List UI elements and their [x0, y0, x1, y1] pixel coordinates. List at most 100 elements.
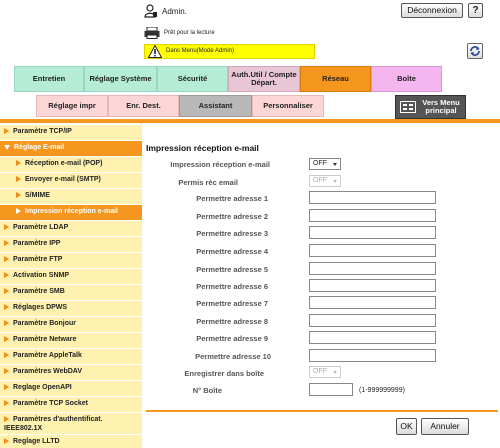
- email-print-select[interactable]: OFF: [309, 158, 341, 170]
- chevron-right-icon: [4, 400, 9, 407]
- chevron-right-icon: [4, 288, 9, 295]
- tab-wizard[interactable]: Assistant: [179, 95, 252, 117]
- admin-user-icon: [144, 4, 157, 18]
- ok-button[interactable]: OK: [396, 418, 417, 435]
- footer-divider: [146, 410, 498, 412]
- main-menu-icon: [400, 101, 416, 113]
- sidebar-item-ldap[interactable]: Paramètre LDAP: [0, 220, 142, 236]
- chevron-right-icon: [4, 304, 9, 311]
- save-in-box-select[interactable]: OFF: [309, 366, 341, 378]
- main-menu-button[interactable]: Vers Menu principal: [395, 95, 466, 119]
- sidebar-item-tcpip[interactable]: Paramètre TCP/IP: [0, 124, 142, 140]
- permit-address-4-input[interactable]: [309, 244, 436, 257]
- permit-address-2-input[interactable]: [309, 209, 436, 222]
- permit-address-8-input[interactable]: [309, 314, 436, 327]
- refresh-button[interactable]: [467, 43, 483, 59]
- chevron-down-icon: [4, 144, 10, 150]
- admin-mode-text: Dans Menu(Mode Admin): [166, 48, 235, 54]
- sidebar-item-snmp[interactable]: Activation SNMP: [0, 268, 142, 284]
- box-number-range: (1-999999999): [359, 387, 405, 394]
- permit-address-5-label: Permettre adresse 5: [196, 265, 268, 274]
- permit-address-5-input[interactable]: [309, 262, 436, 275]
- tab-network[interactable]: Réseau: [300, 66, 371, 92]
- sidebar: Paramètre TCP/IP Réglage E-mail Réceptio…: [0, 123, 142, 448]
- chevron-right-icon: [4, 336, 9, 343]
- save-in-box-label: Enregistrer dans boîte: [184, 369, 264, 378]
- permit-address-1-input[interactable]: [309, 191, 436, 204]
- permit-address-9-input[interactable]: [309, 331, 436, 344]
- chevron-right-icon: [16, 208, 21, 215]
- box-number-input[interactable]: [309, 383, 353, 396]
- sidebar-item-ipp[interactable]: Paramètre IPP: [0, 236, 142, 252]
- permit-address-10-label: Permettre adresse 10: [195, 352, 271, 361]
- help-button[interactable]: ?: [468, 3, 483, 18]
- sidebar-item-tcp-socket[interactable]: Paramètre TCP Socket: [0, 396, 142, 412]
- tab-user-auth[interactable]: Auth.Util / Compte Départ.: [228, 66, 300, 92]
- chevron-right-icon: [4, 368, 9, 375]
- sidebar-item-bonjour[interactable]: Paramètre Bonjour: [0, 316, 142, 332]
- permit-address-3-input[interactable]: [309, 226, 436, 239]
- email-print-label: Impression réception e-mail: [170, 160, 270, 169]
- sidebar-item-lltd[interactable]: Reglage LLTD: [0, 434, 142, 448]
- chevron-down-icon: [333, 180, 337, 183]
- permit-email-value: OFF: [313, 177, 327, 184]
- tab-maintenance[interactable]: Entretien: [14, 66, 84, 92]
- chevron-right-icon: [4, 128, 9, 135]
- chevron-right-icon: [4, 384, 9, 391]
- sidebar-item-smb[interactable]: Paramètre SMB: [0, 284, 142, 300]
- chevron-right-icon: [4, 438, 9, 445]
- save-in-box-value: OFF: [313, 368, 327, 375]
- permit-address-8-label: Permettre adresse 8: [196, 317, 268, 326]
- tab-system-settings[interactable]: Réglage Système: [84, 66, 157, 92]
- box-number-label: N° Boîte: [192, 386, 222, 395]
- refresh-icon: [470, 46, 480, 56]
- page-title: Impression réception e-mail: [146, 143, 259, 153]
- chevron-right-icon: [4, 352, 9, 359]
- tab-box[interactable]: Boîte: [371, 66, 442, 92]
- tab-customize[interactable]: Personnaliser: [252, 95, 324, 117]
- permit-address-6-label: Permettre adresse 6: [196, 282, 268, 291]
- sidebar-item-smime[interactable]: S/MIME: [0, 188, 142, 204]
- permit-address-9-label: Permettre adresse 9: [196, 334, 268, 343]
- permit-address-3-label: Permettre adresse 3: [196, 229, 268, 238]
- permit-address-1-label: Permettre adresse 1: [196, 194, 268, 203]
- sidebar-item-email-print[interactable]: Impression réception e-mail: [0, 204, 142, 220]
- permit-address-6-input[interactable]: [309, 279, 436, 292]
- printer-icon: [144, 27, 160, 39]
- permit-address-7-input[interactable]: [309, 296, 436, 309]
- warning-icon: [148, 45, 162, 58]
- sidebar-item-netware[interactable]: Paramètre Netware: [0, 332, 142, 348]
- chevron-right-icon: [4, 256, 9, 263]
- sidebar-item-webdav[interactable]: Paramètres WebDAV: [0, 364, 142, 380]
- sidebar-item-ftp[interactable]: Paramètre FTP: [0, 252, 142, 268]
- sidebar-item-ieee8021x[interactable]: Paramètres d'authentificat. IEEE802.1X: [0, 412, 142, 434]
- chevron-down-icon: [333, 371, 337, 374]
- logout-button[interactable]: Déconnexion: [401, 3, 463, 18]
- chevron-right-icon: [4, 272, 9, 279]
- sidebar-item-pop[interactable]: Réception e-mail (POP): [0, 156, 142, 172]
- chevron-right-icon: [16, 176, 21, 183]
- cancel-button[interactable]: Annuler: [421, 418, 469, 435]
- chevron-down-icon: [333, 163, 337, 166]
- chevron-right-icon: [4, 320, 9, 327]
- sidebar-item-smtp[interactable]: Envoyer e-mail (SMTP): [0, 172, 142, 188]
- main-menu-label: Vers Menu principal: [422, 98, 460, 116]
- tab-store-address[interactable]: Enr. Dest.: [108, 95, 179, 117]
- tab-security[interactable]: Sécurité: [157, 66, 228, 92]
- chevron-right-icon: [16, 160, 21, 167]
- sidebar-item-appletalk[interactable]: Paramètre AppleTalk: [0, 348, 142, 364]
- permit-address-2-label: Permettre adresse 2: [196, 212, 268, 221]
- sidebar-item-dpws[interactable]: Réglages DPWS: [0, 300, 142, 316]
- chevron-right-icon: [4, 224, 9, 231]
- permit-email-label: Permis rèc email: [178, 178, 238, 187]
- chevron-right-icon: [4, 240, 9, 247]
- sidebar-item-email-settings[interactable]: Réglage E-mail: [0, 140, 142, 156]
- permit-email-select[interactable]: OFF: [309, 175, 341, 187]
- sidebar-item-openapi[interactable]: Reglage OpenAPI: [0, 380, 142, 396]
- permit-address-4-label: Permettre adresse 4: [196, 247, 268, 256]
- tab-print-settings[interactable]: Réglage impr: [36, 95, 108, 117]
- permit-address-7-label: Permettre adresse 7: [196, 299, 268, 308]
- permit-address-10-input[interactable]: [309, 349, 436, 362]
- admin-label: Admin.: [162, 7, 187, 16]
- email-print-value: OFF: [313, 160, 327, 167]
